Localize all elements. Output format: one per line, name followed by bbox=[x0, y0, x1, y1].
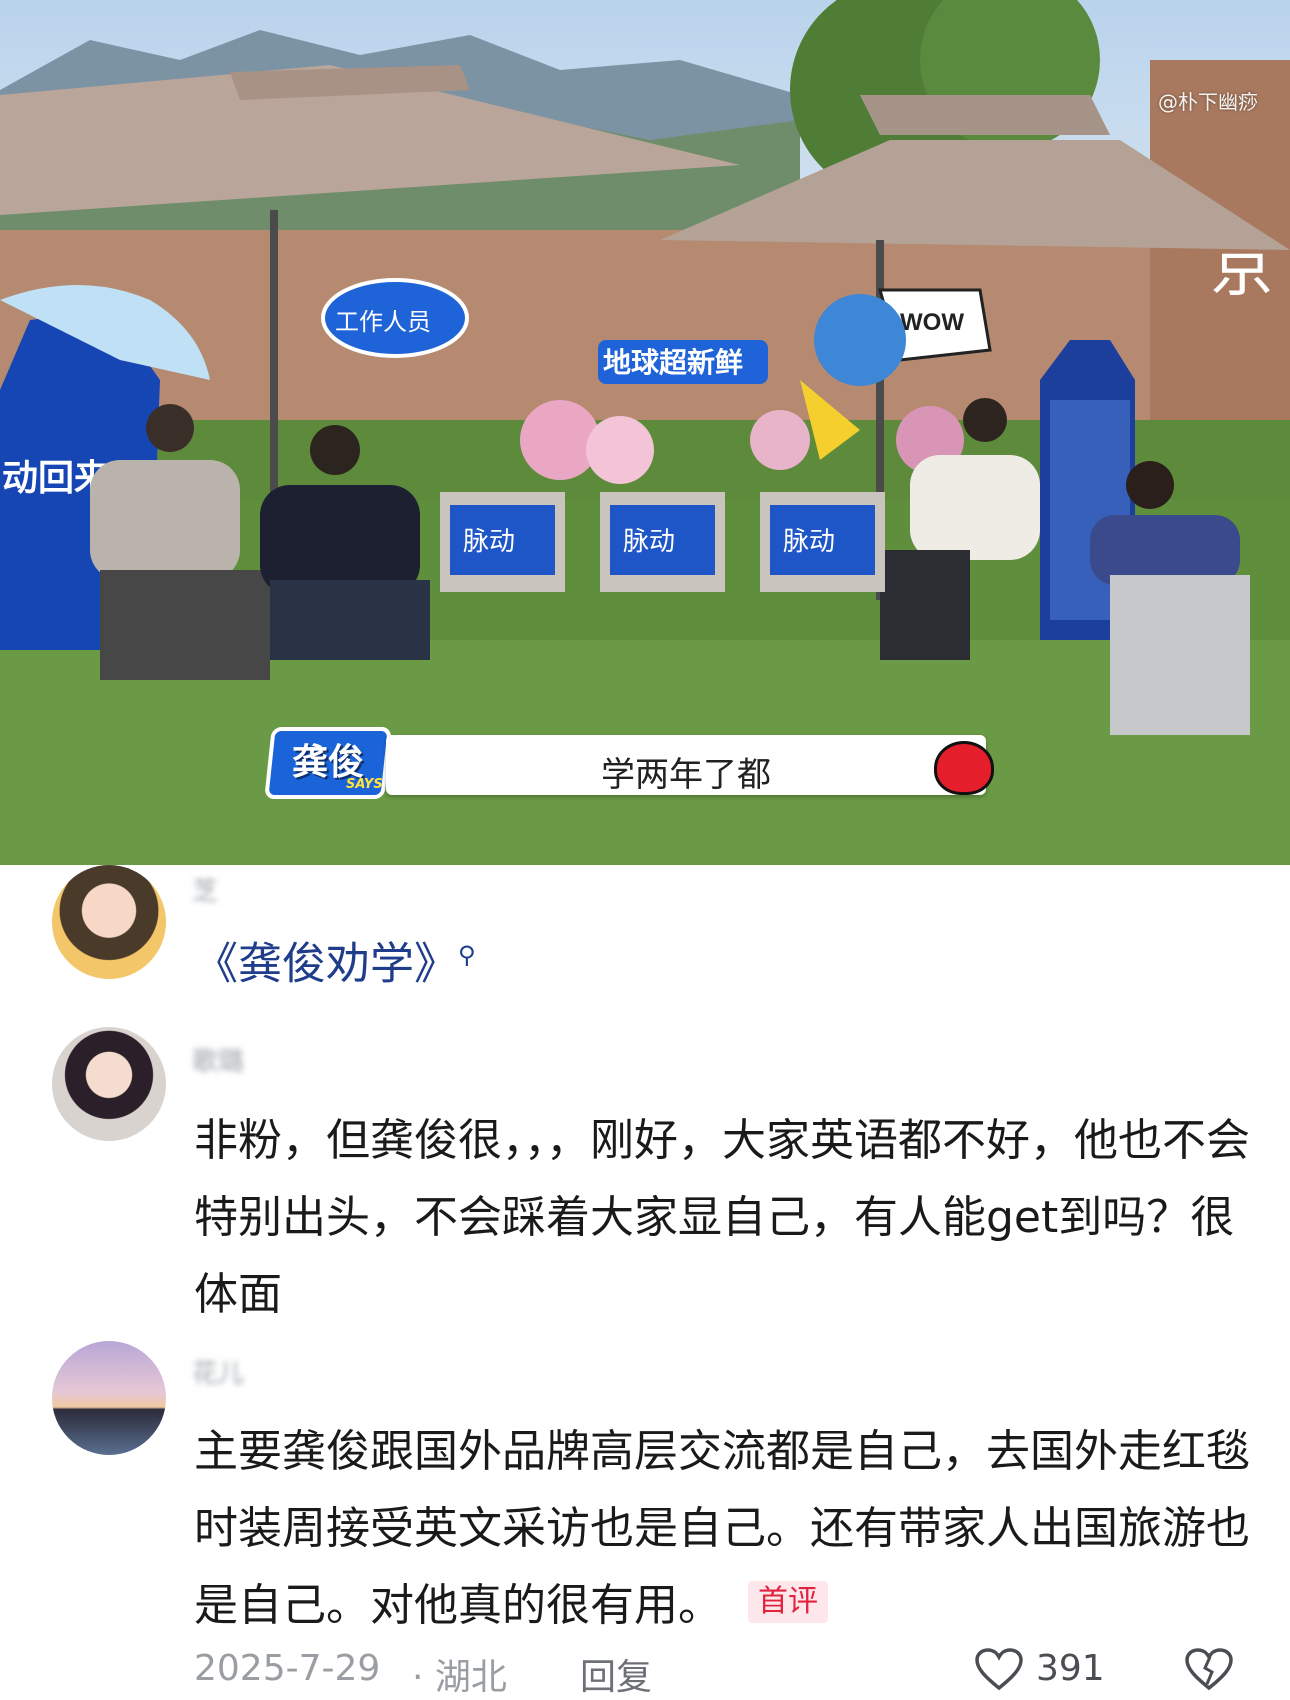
like-count: 391 bbox=[1036, 1648, 1105, 1689]
avatar[interactable] bbox=[52, 865, 166, 979]
dislike-icon[interactable] bbox=[1184, 1648, 1234, 1692]
wow-sign-text: WOW bbox=[900, 309, 964, 336]
comment-date: 2025-7-29 bbox=[194, 1648, 381, 1689]
reply-button[interactable]: 回复 bbox=[580, 1648, 652, 1700]
video-watermark: @朴下幽痧 bbox=[1158, 90, 1258, 114]
video-frame[interactable]: 京 动回来 工作人员 地球超新鲜 WOW 脉动 脉动 脉动 @朴下幽痧 龚俊 S… bbox=[0, 0, 1290, 865]
svg-text:脉动: 脉动 bbox=[463, 526, 515, 556]
subtitle-text: 学两年了都 bbox=[601, 755, 771, 795]
staff-sign-text: 工作人员 bbox=[335, 309, 431, 336]
chair-2: 脉动 bbox=[600, 492, 725, 592]
mascot-icon bbox=[934, 741, 994, 795]
comment-text: 《龚俊劝学》⚲ bbox=[194, 917, 1254, 1003]
username[interactable]: 花儿 bbox=[192, 1353, 244, 1390]
comment-text: 非粉，但龚俊很，，，刚好，大家英语都不好，他也不会特别出头，不会踩着大家显自己，… bbox=[194, 1115, 1250, 1320]
svg-text:脉动: 脉动 bbox=[623, 526, 675, 556]
show-title-text: 地球超新鲜 bbox=[603, 347, 743, 378]
comment-location: · 湖北 bbox=[412, 1657, 507, 1698]
chair-3: 脉动 bbox=[760, 492, 885, 592]
comment-text: 主要龚俊跟国外品牌高层交流都是自己，去国外走红毯时装周接受英文采访也是自己。还有… bbox=[194, 1413, 1254, 1644]
svg-text:脉动: 脉动 bbox=[783, 526, 835, 556]
comment-footer: 2025-7-29 · 湖北 回复 391 bbox=[194, 1648, 1290, 1698]
username[interactable]: 歌璐 bbox=[192, 1041, 244, 1078]
heart-icon[interactable] bbox=[974, 1648, 1024, 1692]
hashtag-link[interactable]: 《龚俊劝学》 bbox=[194, 939, 458, 990]
subtitle-box: 学两年了都 bbox=[386, 735, 994, 795]
username[interactable]: 芝 bbox=[192, 871, 218, 908]
comment-body: 主要龚俊跟国外品牌高层交流都是自己，去国外走红毯时装周接受英文采访也是自己。还有… bbox=[194, 1426, 1250, 1631]
says-tag: SAYS bbox=[346, 777, 383, 792]
first-comment-badge: 首评 bbox=[748, 1581, 828, 1623]
chair-1: 脉动 bbox=[440, 492, 565, 592]
avatar[interactable] bbox=[52, 1341, 166, 1455]
subtitle-bar: 龚俊 SAYS 学两年了都 bbox=[264, 727, 1008, 799]
avatar[interactable] bbox=[52, 1027, 166, 1141]
search-icon[interactable]: ⚲ bbox=[458, 941, 476, 969]
